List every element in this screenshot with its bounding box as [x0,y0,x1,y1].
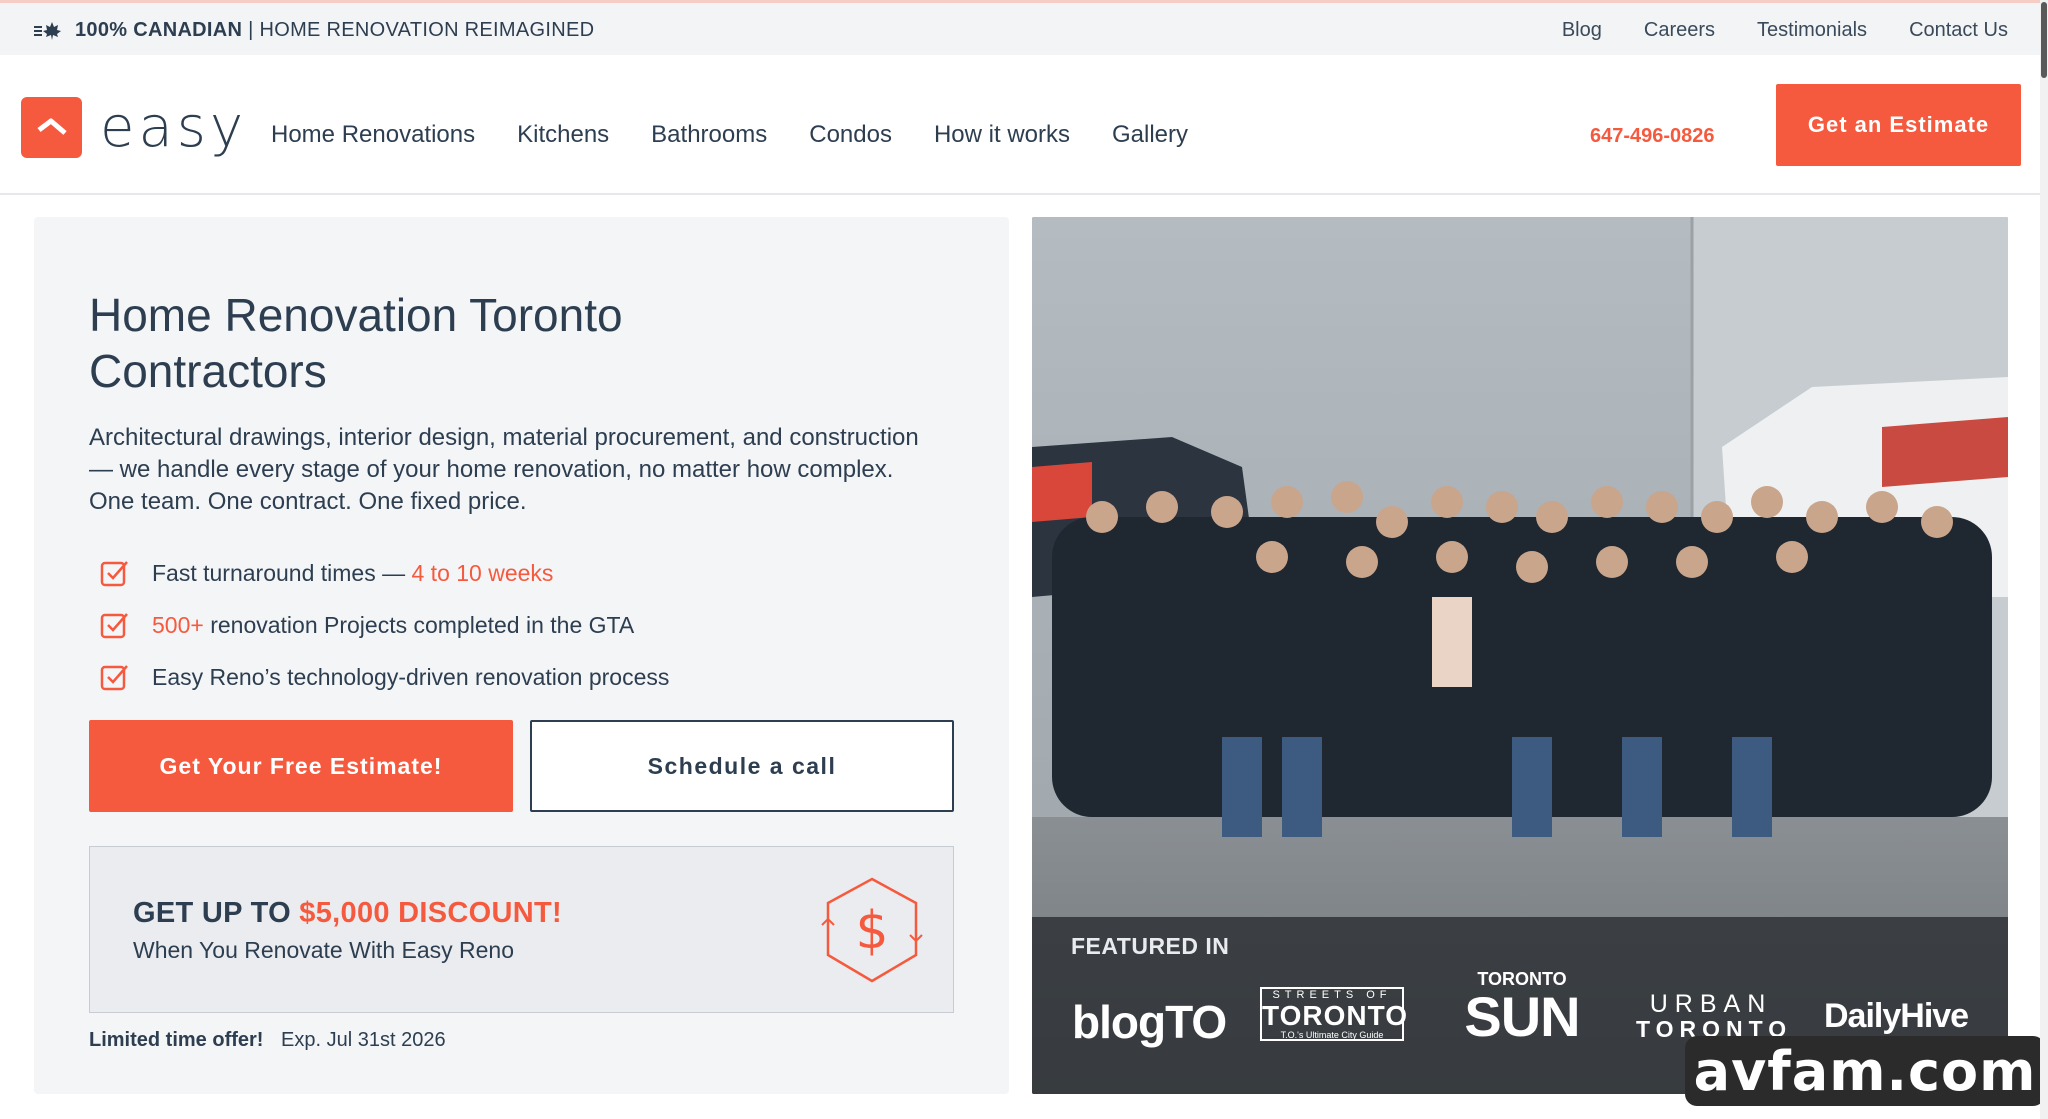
team-photo: FEATURED IN blogTO STREETS OF TORONTO T.… [1032,217,2008,1094]
discount-prefix: GET UP TO [133,897,300,929]
nav-gallery[interactable]: Gallery [1112,121,1188,149]
urban-toronto-logo[interactable]: URBAN TORONTO [1636,991,1786,1041]
schedule-call-button[interactable]: Schedule a call [530,720,954,812]
hero-title-line1: Home Renovation Toronto [89,289,623,341]
hero-panel: Home Renovation Toronto Contractors Arch… [34,217,1009,1094]
streets-main-text: TORONTO [1262,1000,1408,1031]
offer-expiry: Exp. Jul 31st 2026 [281,1029,446,1051]
logo-text: easy [100,94,248,160]
feature-list: Fast turnaround times — 4 to 10 weeks 50… [100,547,669,703]
blogto-logo[interactable]: blogTO [1072,995,1227,1049]
discount-banner[interactable]: GET UP TO $5,000 DISCOUNT! When You Reno… [89,846,954,1013]
feature-text-after: renovation Projects completed in the GTA [203,611,635,638]
nav-bathrooms[interactable]: Bathrooms [651,121,767,149]
main-header: easy Home Renovations Kitchens Bathrooms… [0,55,2048,195]
checkbox-icon [100,665,128,691]
discount-amount: $5,000 DISCOUNT! [299,897,562,929]
feature-text: 500+ renovation Projects completed in th… [152,612,634,639]
toronto-sun-logo[interactable]: TORONTO SUN [1460,969,1584,1045]
careers-link[interactable]: Careers [1644,19,1715,42]
streets-of-toronto-logo[interactable]: STREETS OF TORONTO T.O.'s Ultimate City … [1260,987,1408,1041]
top-bar: 100% CANADIAN | HOME RENOVATION REIMAGIN… [0,0,2048,55]
blog-link[interactable]: Blog [1562,19,1602,42]
feature-accent: 500+ [152,611,204,638]
logo-mark-icon [21,97,82,158]
nav-how-it-works[interactable]: How it works [934,121,1070,149]
checkbox-icon [100,561,128,587]
feature-text: Fast turnaround times — 4 to 10 weeks [152,560,553,587]
feature-accent: 4 to 10 weeks [411,559,554,586]
logo[interactable]: easy [21,97,247,158]
nav-kitchens[interactable]: Kitchens [517,121,609,149]
offer-label: Limited time offer! [89,1029,264,1051]
scrollbar-thumb[interactable] [2041,2,2047,78]
checkbox-icon [100,613,128,639]
dollar-hexagon-icon: $ [821,877,923,983]
svg-text:$: $ [855,901,888,961]
feature-text: Easy Reno’s technology-driven renovation… [152,663,670,690]
feature-item: Easy Reno’s technology-driven renovation… [100,651,669,703]
tagline-rest: | HOME RENOVATION REIMAGINED [242,19,595,41]
feature-text-before: Fast turnaround times — [152,559,412,586]
top-links: Blog Careers Testimonials Contact Us [1562,19,2008,42]
feature-item: 500+ renovation Projects completed in th… [100,599,669,651]
contact-us-link[interactable]: Contact Us [1909,19,2008,42]
phone-link[interactable]: 647-496-0826 [1590,125,1715,148]
featured-label: FEATURED IN [1071,933,1230,959]
testimonials-link[interactable]: Testimonials [1757,19,1867,42]
urban-top-text: URBAN [1649,990,1773,1018]
main-nav: Home Renovations Kitchens Bathrooms Cond… [271,121,1188,149]
free-estimate-button[interactable]: Get Your Free Estimate! [89,720,513,812]
hero-title: Home Renovation Toronto Contractors [89,287,889,399]
watermark: avfam.com [1685,1036,2045,1106]
page-scrollbar[interactable] [2040,0,2048,1119]
discount-headline: GET UP TO $5,000 DISCOUNT! [133,897,562,930]
discount-subline: When You Renovate With Easy Reno [133,937,515,963]
sun-main-text: SUN [1464,985,1580,1048]
nav-home-renovations[interactable]: Home Renovations [271,121,475,149]
streets-sub-text: T.O.'s Ultimate City Guide [1280,1030,1384,1040]
dailyhive-logo[interactable]: DailyHive [1824,997,1969,1036]
feature-item: Fast turnaround times — 4 to 10 weeks [100,547,669,599]
get-estimate-button[interactable]: Get an Estimate [1776,84,2021,166]
hero-title-line2: Contractors [89,345,327,397]
tagline: 100% CANADIAN | HOME RENOVATION REIMAGIN… [33,19,594,42]
tagline-bold: 100% CANADIAN [75,19,243,41]
offer-note: Limited time offer! Exp. Jul 31st 2026 [89,1029,446,1052]
hero-description: Architectural drawings, interior design,… [89,424,919,515]
maple-leaf-icon [34,21,61,40]
nav-condos[interactable]: Condos [809,121,892,149]
